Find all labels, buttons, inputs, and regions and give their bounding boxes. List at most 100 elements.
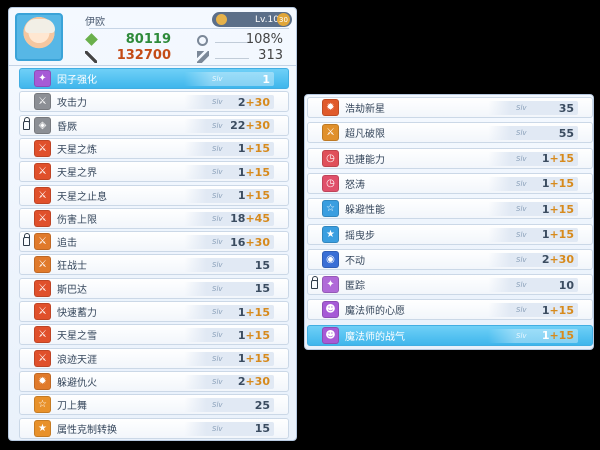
skill-row[interactable]: ⚔ 天星之止息 Slv 1 +15 xyxy=(19,184,289,206)
skill-row[interactable]: ⚔ 斯巴达 Slv 15 xyxy=(19,277,289,299)
skill-level-value: 1 xyxy=(541,329,550,343)
skill-level-value: 1 xyxy=(541,202,550,216)
skill-icon: ◷ xyxy=(322,149,339,167)
skill-name: 匿踪 xyxy=(345,281,365,293)
skill-level-bonus: +30 xyxy=(245,119,270,133)
skill-name: 昏厥 xyxy=(57,121,77,133)
skill-row[interactable]: ★ 摇曳步 Slv 1 +15 xyxy=(307,223,593,245)
skill-icon: ★ xyxy=(322,225,339,243)
skill-level: Slv 15 xyxy=(184,421,274,436)
skill-row[interactable]: ◷ 迅捷能力 Slv 1 +15 xyxy=(307,147,593,169)
skill-row[interactable]: ⚔ 天星之雪 Slv 1 +15 xyxy=(19,324,289,346)
skill-level-value: 2 xyxy=(541,253,550,267)
skill-level: Slv 1 +15 xyxy=(184,351,274,366)
skill-level-value: 1 xyxy=(541,303,550,317)
skill-level: Slv 2 +30 xyxy=(184,95,274,110)
skill-row[interactable]: ✦ 因子强化 Slv 1 xyxy=(19,68,289,89)
skill-level-value: 1 xyxy=(541,152,550,166)
skill-level-prefix: Slv xyxy=(212,424,223,433)
skill-level-bonus: +15 xyxy=(245,142,270,156)
skill-icon: ☆ xyxy=(34,396,51,414)
skill-row[interactable]: ⚔ 超凡破限 Slv 55 xyxy=(307,122,593,144)
skill-level-bonus: +30 xyxy=(549,253,574,267)
skill-row[interactable]: ★ 属性克制转换 Slv 15 xyxy=(19,417,289,439)
skill-level-bonus: +45 xyxy=(245,212,270,226)
skill-row[interactable]: ◉ 不动 Slv 2 +30 xyxy=(307,248,593,270)
crit-value: 108% xyxy=(245,32,283,47)
skill-name: 快速蓄力 xyxy=(57,308,97,319)
skill-level-bonus: +15 xyxy=(549,303,574,317)
level-bar: Lv.100 30 xyxy=(212,12,292,27)
character-avatar[interactable] xyxy=(15,13,63,61)
skill-name: 天星之炼 xyxy=(57,144,97,156)
skill-row[interactable]: ✹ 躲避仇火 Slv 2 +30 xyxy=(19,370,289,392)
skill-level-value: 35 xyxy=(558,101,574,115)
skill-row[interactable]: ◷ 怒涛 Slv 1 +15 xyxy=(307,172,593,194)
skill-level-value: 22 xyxy=(230,119,246,133)
skill-row[interactable]: ☻ 魔法师的心愿 Slv 1 +15 xyxy=(307,299,593,321)
skill-level-bonus: +15 xyxy=(549,228,574,241)
skill-level: Slv 16 +30 xyxy=(184,235,274,250)
skill-row[interactable]: ✹ 浩劫新星 Slv 35 xyxy=(307,97,593,118)
skill-level-value: 1 xyxy=(237,328,246,342)
skill-row[interactable]: ⚔ 快速蓄力 Slv 1 +15 xyxy=(19,301,289,322)
skill-level-prefix: Slv xyxy=(212,191,223,200)
skill-level-value: 15 xyxy=(254,282,270,296)
skill-row[interactable]: ☻ 魔法师的战气 Slv 1 +15 xyxy=(307,324,593,346)
skill-name: 天星之止息 xyxy=(57,191,107,203)
skill-icon: ◈ xyxy=(34,116,51,134)
skill-row[interactable]: ⚔ 攻击力 Slv 2 +30 xyxy=(19,91,289,113)
skill-name: 躲避性能 xyxy=(345,205,385,217)
skill-level-bonus: +30 xyxy=(245,375,270,389)
skill-level-bonus: +30 xyxy=(245,95,270,109)
skill-level-value: 2 xyxy=(237,95,246,109)
skill-level: Slv 1 +15 xyxy=(184,305,274,319)
skill-row[interactable]: ⚔ 追击 Slv 16 +30 xyxy=(19,231,289,253)
skill-row[interactable]: ☆ 躲避性能 Slv 1 +15 xyxy=(307,198,593,220)
skill-level: Slv 1 +15 xyxy=(184,188,274,203)
skill-icon: ◷ xyxy=(322,174,339,192)
skill-level: Slv 1 +15 xyxy=(184,165,274,180)
skill-level: Slv 1 +15 xyxy=(488,227,578,242)
skill-name: 不动 xyxy=(345,255,365,267)
skill-level-bonus: +15 xyxy=(245,305,270,319)
skill-level: Slv 1 +15 xyxy=(488,176,578,191)
lock-icon xyxy=(311,276,318,290)
skill-name: 浪迹天涯 xyxy=(57,354,97,366)
skill-level-value: 1 xyxy=(237,165,246,179)
skill-row[interactable]: ⚔ 天星之炼 Slv 1 +15 xyxy=(19,137,289,159)
skill-level-value: 55 xyxy=(558,126,574,140)
skill-row[interactable]: ⚔ 伤害上限 Slv 18 +45 xyxy=(19,207,289,229)
skill-row[interactable]: ⚔ 浪迹天涯 Slv 1 +15 xyxy=(19,347,289,369)
skill-icon: ⚔ xyxy=(34,186,51,204)
skill-row[interactable]: ✦ 匿踪 Slv 10 xyxy=(307,274,593,296)
skill-level: Slv 1 +15 xyxy=(488,151,578,166)
skill-level: Slv 18 +45 xyxy=(184,211,274,226)
skill-name: 天星之界 xyxy=(57,168,97,180)
character-name: 伊欧 xyxy=(85,17,105,28)
skill-level-prefix: Slv xyxy=(212,308,223,316)
skill-level-prefix: Slv xyxy=(516,179,527,188)
skill-level-bonus: +15 xyxy=(549,177,574,191)
skill-row[interactable]: ☆ 刀上舞 Slv 25 xyxy=(19,394,289,416)
skill-level-value: 25 xyxy=(254,398,270,412)
skill-level-prefix: Slv xyxy=(212,168,223,177)
skill-icon: ✦ xyxy=(322,276,339,294)
skill-name: 魔法师的战气 xyxy=(345,331,405,343)
skill-level-prefix: Slv xyxy=(212,98,223,107)
skill-level-value: 2 xyxy=(237,375,246,389)
skill-name: 摇曳步 xyxy=(345,230,375,242)
skill-row[interactable]: ◈ 昏厥 Slv 22 +30 xyxy=(19,114,289,136)
level-icon xyxy=(216,14,227,25)
skill-row[interactable]: ⚔ 天星之界 Slv 1 +15 xyxy=(19,161,289,183)
speed-icon xyxy=(197,51,209,63)
skill-row[interactable]: ⚔ 狂战士 Slv 15 xyxy=(19,254,289,276)
skill-level-value: 15 xyxy=(254,422,270,435)
skill-level-bonus: +30 xyxy=(245,235,270,249)
skill-level: Slv 15 xyxy=(184,281,274,296)
skill-icon: ⚔ xyxy=(34,256,51,274)
left-skill-panel: 伊欧 Lv.100 30 80119 132700 108% 313 ✦ 因子强化… xyxy=(8,7,297,441)
skill-level-prefix: Slv xyxy=(212,121,223,130)
crit-icon xyxy=(197,35,208,46)
skill-level-value: 1 xyxy=(541,228,550,241)
